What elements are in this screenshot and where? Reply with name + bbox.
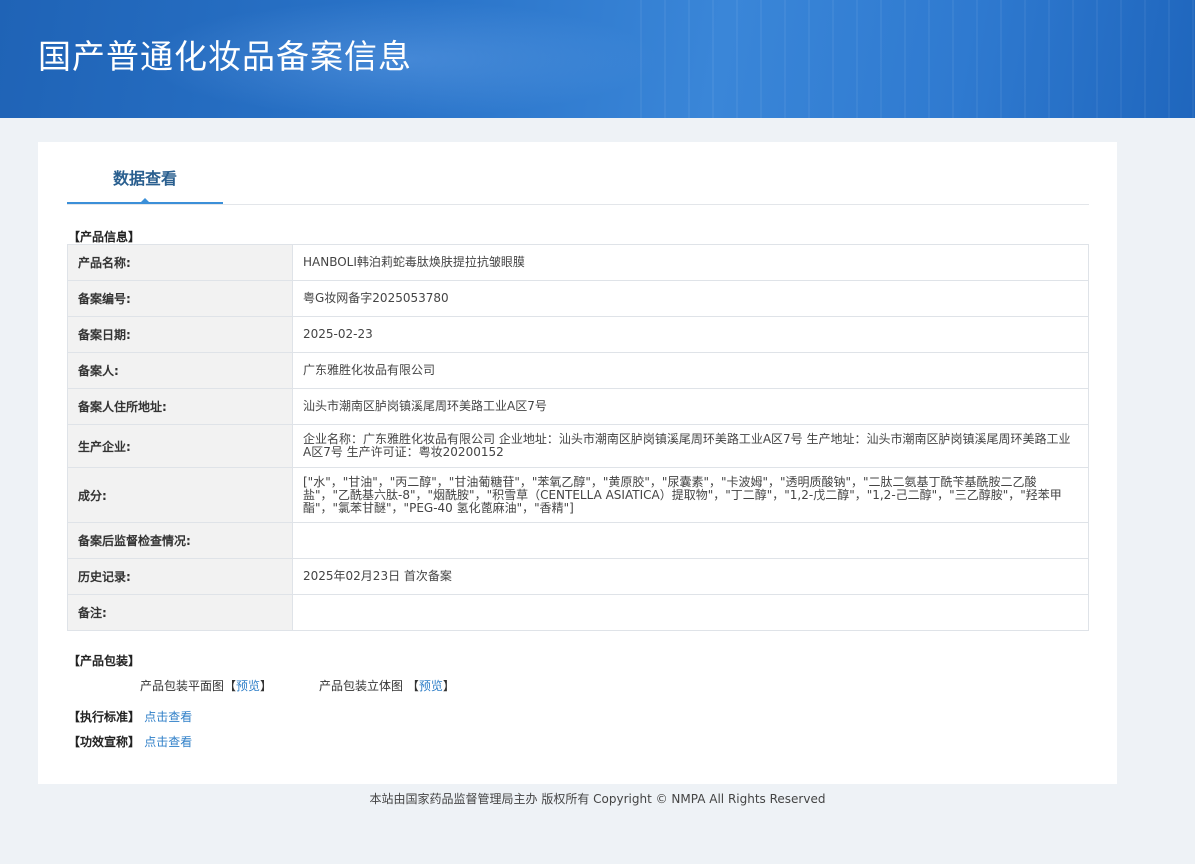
efficacy-item: 【功效宣称】 点击查看: [68, 733, 192, 750]
row-label: 备注:: [67, 594, 293, 631]
product-info-table: 产品名称: HANBOLI韩泊莉蛇毒肽焕肤提拉抗皱眼膜 备案编号: 粤G妆网备字202…: [67, 244, 1089, 631]
table-row: 成分: ["水"，"甘油"，"丙二醇"，"甘油葡糖苷"，"苯氧乙醇"，"黄原胶"，…: [67, 467, 1089, 523]
product-info-title: 【产品信息】: [68, 230, 141, 244]
row-label: 历史记录:: [67, 558, 293, 595]
package-flat-label: 产品包装平面图: [140, 679, 225, 693]
tab-bar: 数据查看: [67, 142, 1089, 205]
footer-copyright: 本站由国家药品监督管理局主办 版权所有 Copyright © NMPA All…: [369, 792, 826, 806]
table-row: 历史记录: 2025年02月23日 首次备案: [67, 558, 1089, 595]
row-label: 备案日期:: [67, 316, 293, 353]
standard-view-link[interactable]: 点击查看: [144, 710, 192, 724]
table-row: 产品名称: HANBOLI韩泊莉蛇毒肽焕肤提拉抗皱眼膜: [67, 244, 1089, 281]
row-value: [292, 522, 1089, 559]
package-solid-label: 产品包装立体图: [319, 679, 404, 693]
bracket-close: 】: [260, 679, 273, 693]
tab-active-indicator: [139, 198, 151, 204]
row-label: 产品名称:: [67, 244, 293, 281]
row-label: 备案人住所地址:: [67, 388, 293, 425]
content-card: 数据查看 【产品信息】 产品名称: HANBOLI韩泊莉蛇毒肽焕肤提拉抗皱眼膜 备案…: [38, 142, 1117, 784]
row-value: 粤G妆网备字2025053780: [292, 280, 1089, 317]
table-row: 备案人: 广东雅胜化妆品有限公司: [67, 352, 1089, 389]
table-row: 生产企业: 企业名称：广东雅胜化妆品有限公司 企业地址：汕头市潮南区胪岗镇溪尾周环…: [67, 424, 1089, 468]
row-label: 备案后监督检查情况:: [67, 522, 293, 559]
package-flat-preview-link[interactable]: 预览: [236, 679, 260, 693]
table-row: 备案日期: 2025-02-23: [67, 316, 1089, 353]
row-value: 汕头市潮南区胪岗镇溪尾周环美路工业A区7号: [292, 388, 1089, 425]
page-title: 国产普通化妆品备案信息: [38, 37, 412, 76]
row-value: HANBOLI韩泊莉蛇毒肽焕肤提拉抗皱眼膜: [292, 244, 1089, 281]
row-value: [292, 594, 1089, 631]
row-label: 备案编号:: [67, 280, 293, 317]
row-label: 生产企业:: [67, 424, 293, 468]
package-solid-preview-link[interactable]: 预览: [419, 679, 443, 693]
table-row: 备案人住所地址: 汕头市潮南区胪岗镇溪尾周环美路工业A区7号: [67, 388, 1089, 425]
package-solid-item: 产品包装立体图 【预览】: [319, 677, 455, 694]
header-banner: 国产普通化妆品备案信息: [0, 0, 1195, 118]
package-flat-item: 产品包装平面图【预览】: [140, 677, 272, 694]
row-value: 2025年02月23日 首次备案: [292, 558, 1089, 595]
packaging-title: 【产品包装】: [68, 654, 141, 668]
standard-item: 【执行标准】 点击查看: [68, 708, 192, 725]
bracket-open: 【: [406, 679, 419, 693]
bracket-close: 】: [442, 679, 455, 693]
row-value: ["水"，"甘油"，"丙二醇"，"甘油葡糖苷"，"苯氧乙醇"，"黄原胶"，"尿囊…: [292, 467, 1089, 523]
bracket-open: 【: [224, 679, 237, 693]
table-row: 备案后监督检查情况:: [67, 522, 1089, 559]
row-value: 广东雅胜化妆品有限公司: [292, 352, 1089, 389]
tab-data-view[interactable]: 数据查看: [67, 142, 223, 204]
table-row: 备案编号: 粤G妆网备字2025053780: [67, 280, 1089, 317]
row-value: 企业名称：广东雅胜化妆品有限公司 企业地址：汕头市潮南区胪岗镇溪尾周环美路工业A…: [292, 424, 1089, 468]
efficacy-title: 【功效宣称】: [68, 735, 141, 749]
table-row: 备注:: [67, 594, 1089, 631]
row-label: 成分:: [67, 467, 293, 523]
efficacy-view-link[interactable]: 点击查看: [144, 735, 192, 749]
row-label: 备案人:: [67, 352, 293, 389]
row-value: 2025-02-23: [292, 316, 1089, 353]
standard-title: 【执行标准】: [68, 710, 141, 724]
